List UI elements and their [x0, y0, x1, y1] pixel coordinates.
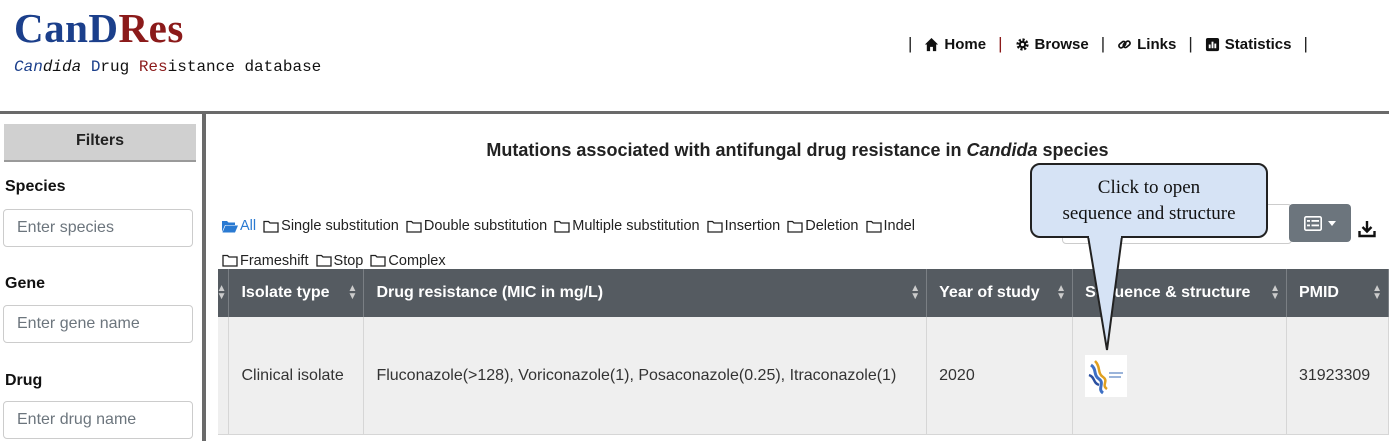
bar-chart-icon — [1205, 37, 1219, 51]
type-all[interactable]: All — [222, 210, 256, 242]
isolate-type-cell: Clinical isolate — [228, 317, 365, 435]
year-cell: 2020 — [926, 317, 1074, 435]
gene-input[interactable] — [3, 305, 193, 343]
nav-browse[interactable]: Browse — [1013, 36, 1091, 53]
list-icon — [1304, 215, 1322, 231]
mutations-table: ▲ ▼ Isolate type ▲ ▼ Drug resistance (MIC i… — [216, 269, 1389, 435]
sort-icon: ▲ ▼ — [216, 283, 227, 302]
col-header-pmid[interactable]: PMID ▲ ▼ — [1286, 269, 1389, 317]
site-logo[interactable]: CanDRes — [14, 4, 321, 52]
folder-open-icon — [222, 220, 238, 232]
species-label: Species — [5, 178, 66, 195]
col-header-drug-resistance[interactable]: Drug resistance (MIC in mg/L) ▲ ▼ — [363, 269, 928, 317]
sort-icon: ▲ ▼ — [1270, 283, 1280, 302]
folder-icon — [406, 220, 422, 233]
col-header-year[interactable]: Year of study ▲ ▼ — [926, 269, 1074, 317]
row-edge-cell — [218, 317, 230, 435]
nav-links[interactable]: Links — [1115, 36, 1178, 53]
drug-label: Drug — [5, 372, 43, 389]
callout-pointer-cover — [1089, 234, 1121, 238]
nav-home[interactable]: Home — [922, 36, 988, 53]
home-icon — [925, 37, 939, 51]
filters-heading: Filters — [4, 124, 196, 162]
nav-statistics[interactable]: Statistics — [1203, 36, 1294, 53]
type-multiple-substitution[interactable]: Multiple substitution — [554, 210, 700, 242]
sort-icon: ▲ ▼ — [1056, 283, 1067, 302]
folder-icon — [222, 254, 238, 267]
folder-icon — [263, 220, 279, 233]
table-header-row: ▲ ▼ Isolate type ▲ ▼ Drug resistance (MIC i… — [216, 269, 1389, 317]
filters-sidebar: Filters Species Gene Drug — [0, 114, 202, 441]
columns-toggle-button[interactable] — [1289, 204, 1351, 242]
callout-pointer — [1087, 235, 1123, 351]
type-double-substitution[interactable]: Double substitution — [406, 210, 547, 242]
nav-separator: | — [1100, 34, 1106, 53]
drug-input[interactable] — [3, 401, 193, 439]
table-row: Clinical isolate Fluconazole(>128), Vori… — [218, 317, 1389, 435]
folder-icon — [554, 220, 570, 233]
folder-icon — [315, 254, 332, 267]
col-header-prev[interactable]: ▲ ▼ — [216, 269, 230, 317]
annotation-callout: Click to open sequence and structure — [1030, 163, 1268, 238]
pmid-link[interactable]: 31923309 — [1286, 317, 1389, 435]
gear-icon — [1015, 37, 1029, 51]
folder-icon — [370, 254, 387, 267]
folder-icon — [706, 220, 723, 233]
sort-icon: ▲ ▼ — [910, 283, 921, 302]
col-header-isolate-type[interactable]: Isolate type ▲ ▼ — [228, 269, 365, 317]
sort-icon: ▲ ▼ — [347, 283, 358, 302]
nav-separator: | — [1188, 34, 1193, 53]
type-single-substitution[interactable]: Single substitution — [263, 210, 399, 242]
sort-icon: ▲ ▼ — [1372, 283, 1382, 302]
caret-down-icon — [1328, 220, 1336, 226]
nav-separator: | — [998, 34, 1003, 53]
download-icon[interactable] — [1358, 220, 1376, 238]
type-indel[interactable]: Indel — [865, 210, 915, 242]
species-input[interactable] — [3, 209, 193, 247]
protein-structure-thumbnail[interactable] — [1085, 354, 1128, 397]
gene-label: Gene — [5, 275, 46, 292]
nav-separator: | — [908, 34, 913, 53]
brand: CanDRes Candida Drug Resistance database — [14, 4, 321, 76]
page-title: Mutations associated with antifungal dru… — [486, 140, 1109, 160]
top-nav: | Home | Browse | Links | Statistics | — [898, 34, 1318, 54]
drug-resistance-cell: Fluconazole(>128), Voriconazole(1), Posa… — [363, 317, 928, 435]
folder-icon — [865, 220, 882, 233]
type-deletion[interactable]: Deletion — [787, 210, 858, 242]
folder-icon — [787, 220, 803, 233]
link-icon — [1118, 39, 1132, 49]
type-insertion[interactable]: Insertion — [706, 210, 780, 242]
header-divider — [0, 111, 1389, 114]
nav-separator: | — [1303, 34, 1308, 53]
sidebar-divider — [202, 114, 206, 441]
site-tagline: Candida Drug Resistance database — [14, 58, 322, 76]
